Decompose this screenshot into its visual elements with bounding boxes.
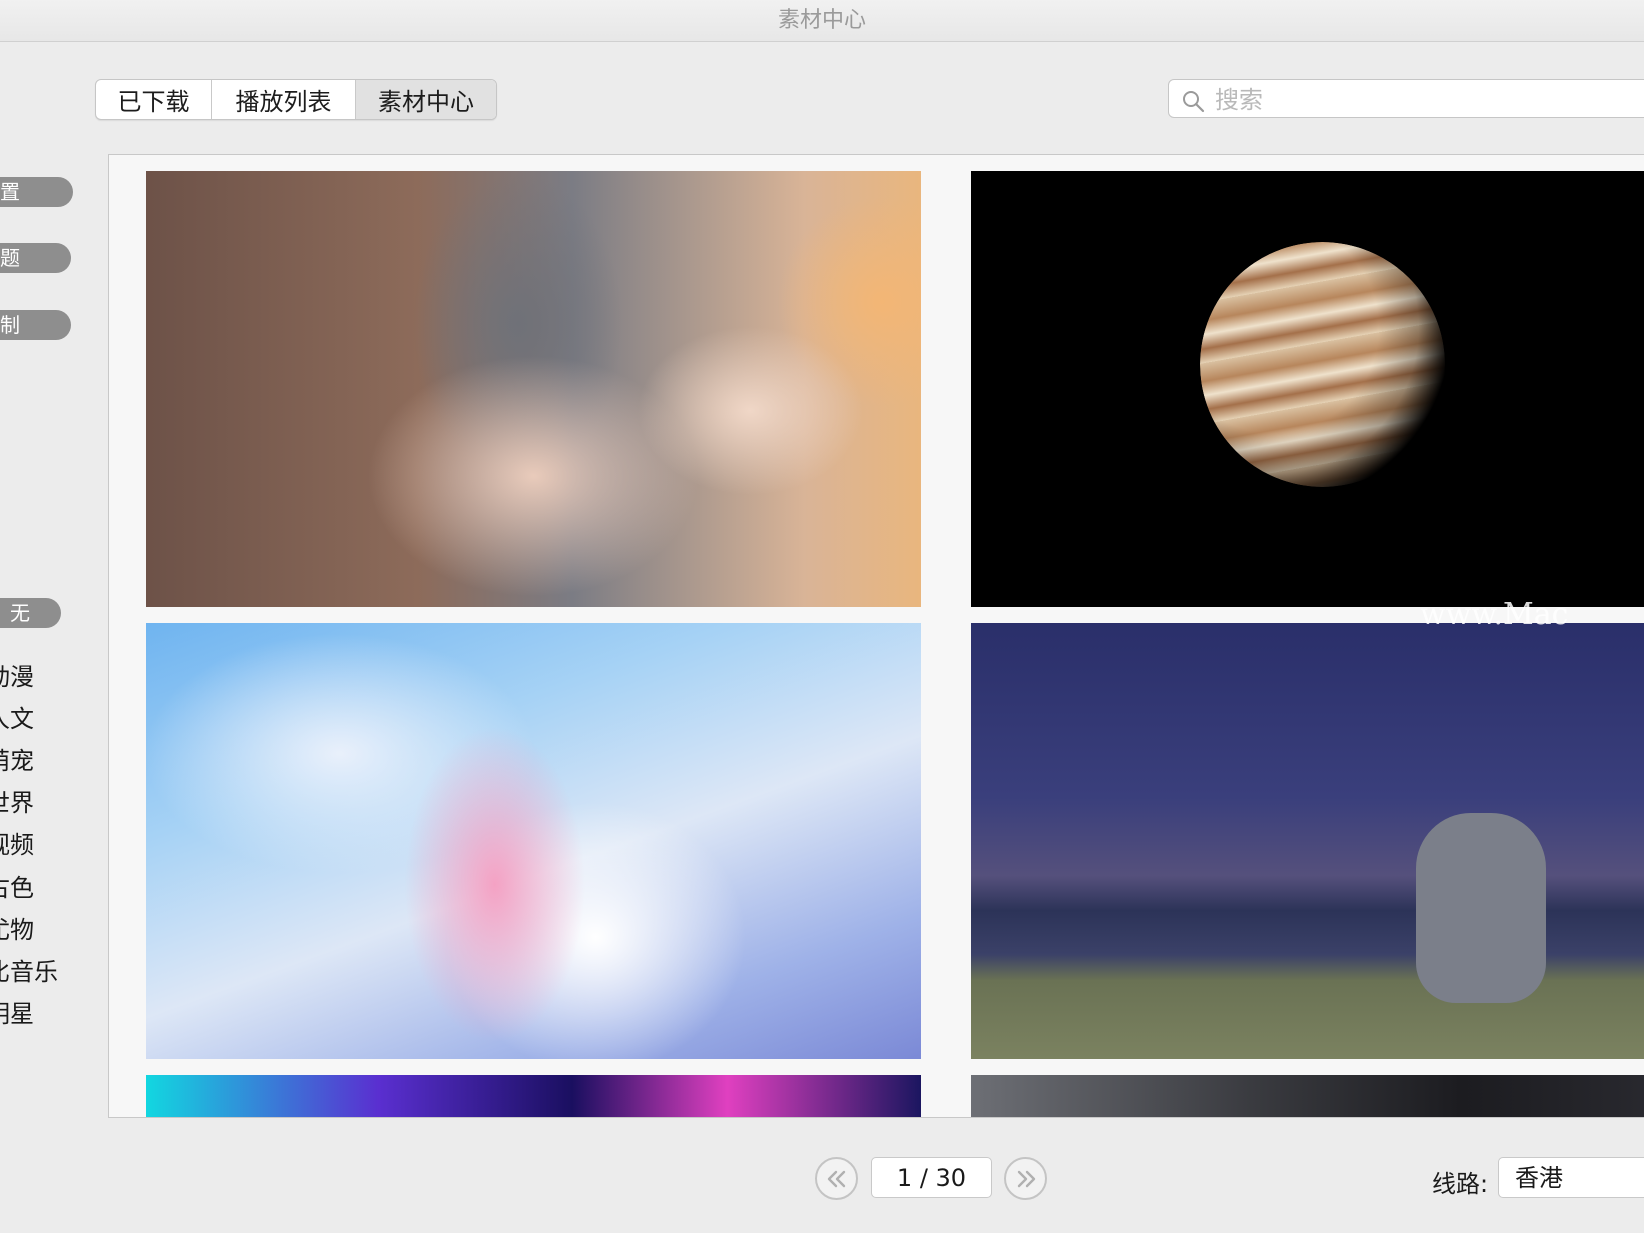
- sidebar-category-video[interactable]: 视频: [0, 825, 34, 860]
- sidebar-category-stars[interactable]: 明星: [0, 994, 34, 1029]
- wallpaper-thumb-elf-girl[interactable]: [146, 171, 921, 607]
- search-icon: [1183, 91, 1205, 113]
- chevron-double-right-icon: [1017, 1170, 1035, 1187]
- route-select[interactable]: 香港: [1498, 1157, 1644, 1198]
- wallpaper-thumb-cat-picnic[interactable]: [971, 623, 1644, 1059]
- chevron-double-left-icon: [827, 1170, 845, 1187]
- tab-material-center[interactable]: 素材中心: [356, 80, 496, 119]
- sidebar-category-music[interactable]: 比音乐: [0, 952, 58, 987]
- wallpaper-thumb-anime-bride[interactable]: [146, 623, 921, 1059]
- next-page-button[interactable]: [1004, 1157, 1047, 1200]
- planet-image: [1200, 242, 1445, 487]
- wallpaper-thumb-neon-city[interactable]: [146, 1075, 921, 1117]
- sidebar-category-beauty[interactable]: 尤物: [0, 910, 34, 945]
- sidebar-category-pets[interactable]: 萌宠: [0, 741, 34, 776]
- search-input[interactable]: [1213, 82, 1637, 117]
- tab-playlist[interactable]: 播放列表: [212, 80, 356, 119]
- prev-page-button[interactable]: [815, 1157, 858, 1200]
- page-indicator: 1 / 30: [871, 1157, 992, 1198]
- sidebar-category-classic[interactable]: 古色: [0, 868, 34, 903]
- sidebar-pill-theme[interactable]: 题: [0, 243, 71, 273]
- window-title: 素材中心: [0, 0, 1644, 42]
- sidebar-pill-settings[interactable]: 置: [0, 177, 73, 207]
- tab-bar: 已下载 播放列表 素材中心: [95, 79, 497, 120]
- wallpaper-thumb-jupiter[interactable]: [971, 171, 1644, 607]
- sidebar-filter-pill[interactable]: 无: [0, 598, 61, 628]
- wallpaper-thumb-dark[interactable]: [971, 1075, 1644, 1117]
- watermark-text: www.Mac: [1420, 597, 1569, 632]
- wallpaper-grid: [108, 154, 1644, 1118]
- cat-figure: [1416, 813, 1546, 1003]
- route-label: 线路:: [1432, 1170, 1489, 1198]
- sidebar-category-world[interactable]: 世界: [0, 783, 34, 818]
- sidebar-pill-custom[interactable]: 制: [0, 310, 71, 340]
- tab-downloaded[interactable]: 已下载: [96, 80, 212, 119]
- sidebar-category-culture[interactable]: 人文: [0, 699, 34, 734]
- search-box[interactable]: [1168, 79, 1644, 118]
- sidebar-category-anime[interactable]: 动漫: [0, 657, 34, 692]
